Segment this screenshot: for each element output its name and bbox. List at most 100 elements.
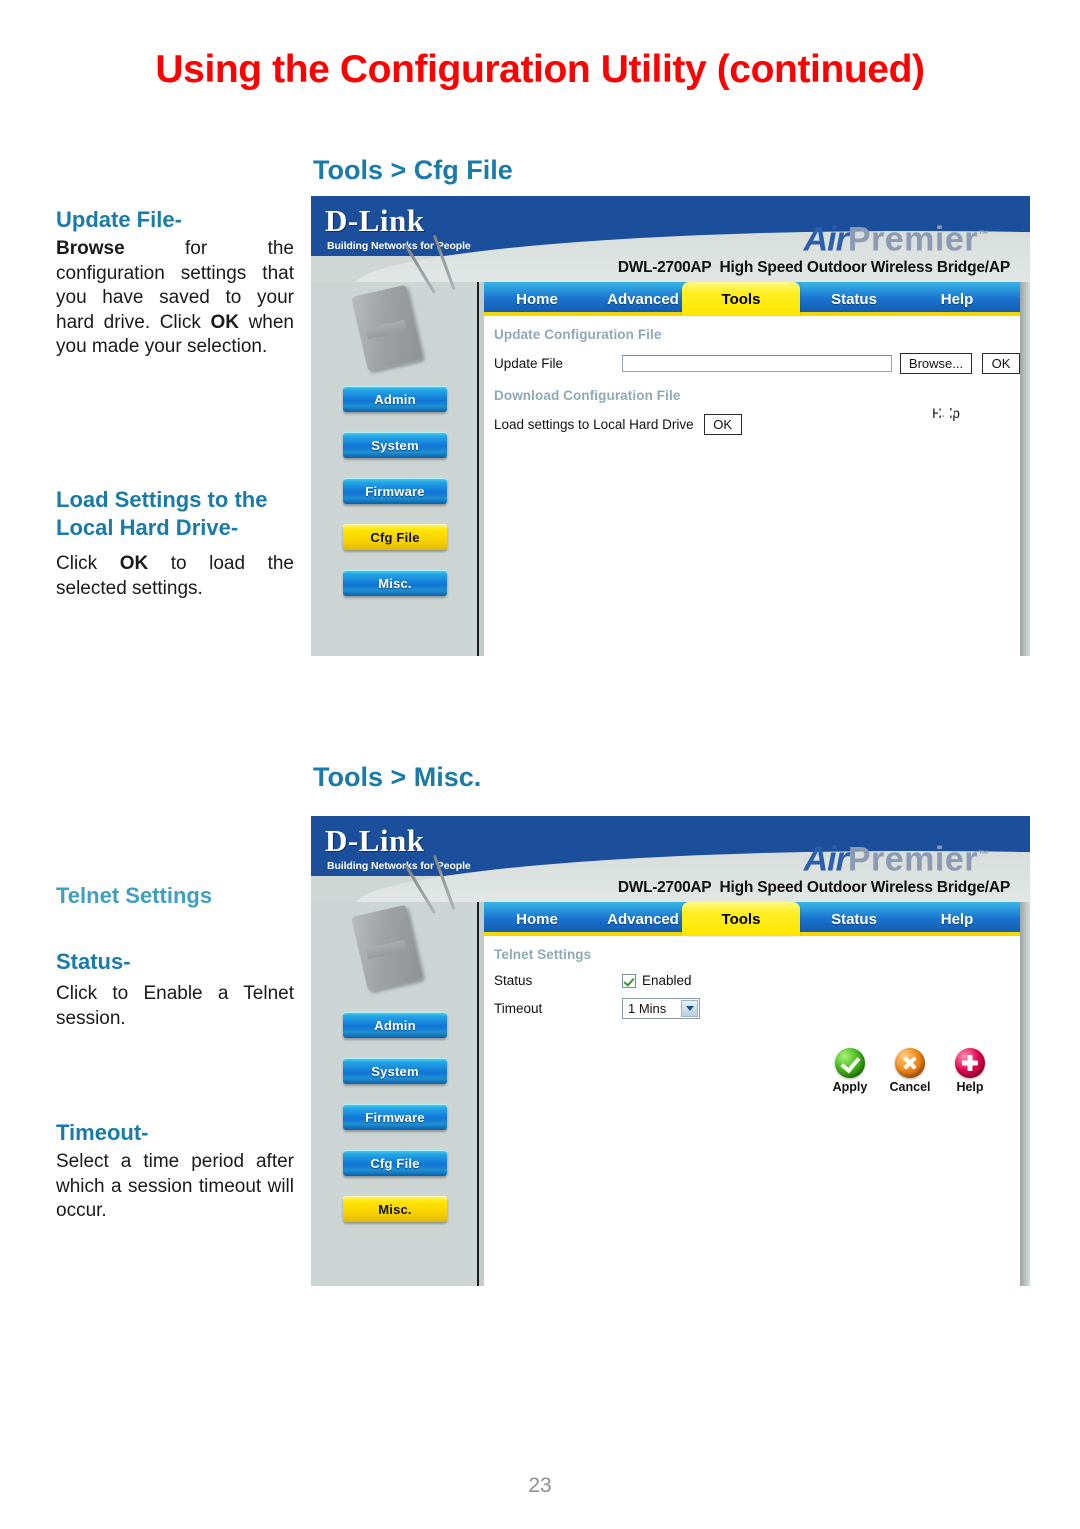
model-description: High Speed Outdoor Wireless Bridge/AP <box>719 259 1011 276</box>
left-body-load-settings: Click OK to load the selected settings. <box>56 553 294 599</box>
menu-button-firmware-misc[interactable]: Firmware <box>339 1100 451 1134</box>
group-label-update-configuration-file: Update Configuration File <box>494 327 662 342</box>
cancel-x-icon <box>895 1048 925 1078</box>
dlink-logo-misc: D-Link <box>325 823 425 858</box>
section-heading-misc: Tools > Misc. <box>313 762 482 792</box>
browse-button[interactable]: Browse... <box>900 353 972 374</box>
apply-check-icon <box>835 1048 865 1078</box>
left-body-update-file: Browse for the configuration settings th… <box>56 238 294 357</box>
menu-button-system[interactable]: System <box>339 428 451 462</box>
menu-button-system-label-misc: System <box>343 1058 447 1084</box>
help-action-cfg-file[interactable]: Help <box>918 404 974 421</box>
model-line-misc: DWL-2700AP High Speed Outdoor Wireless B… <box>618 879 1010 897</box>
menu-button-cfg-file-misc[interactable]: Cfg File <box>339 1146 451 1180</box>
input-update-file[interactable] <box>622 355 892 372</box>
air-premier-air: Air <box>803 220 849 259</box>
left-column-status: Status- Click to Enable a Telnet session… <box>56 948 294 1031</box>
status-checkbox[interactable] <box>622 973 636 988</box>
window-right-edge <box>1020 282 1030 656</box>
group-label-telnet-settings: Telnet Settings <box>494 947 592 962</box>
action-buttons-misc: Apply Cancel Help <box>828 1048 992 1094</box>
menu-button-misc-label-misc: Misc. <box>343 1196 447 1222</box>
row-timeout: Timeout 1 Mins <box>494 998 1020 1019</box>
air-premier-premier: Premier <box>847 220 978 259</box>
trademark-symbol: ™ <box>978 229 989 241</box>
chevron-down-icon[interactable] <box>681 1000 698 1017</box>
dlink-logo: D-Link <box>325 203 425 238</box>
menu-button-misc-misc[interactable]: Misc. <box>339 1192 451 1226</box>
device-menu-panel-misc: Admin System Firmware Cfg File Misc. <box>311 854 477 1286</box>
left-column-cfg-file: Update File- Browse for the configuratio… <box>56 206 294 360</box>
menu-button-admin[interactable]: Admin <box>339 382 451 416</box>
content-pane-misc: Home Advanced Tools Status Help Telnet S… <box>484 902 1020 1286</box>
left-heading-update-file: Update File- <box>56 207 182 232</box>
tab-help[interactable]: Help <box>908 282 1006 316</box>
menu-button-cfg-file-label-misc: Cfg File <box>343 1150 447 1176</box>
tab-help-misc[interactable]: Help <box>908 902 1006 936</box>
download-ok-button[interactable]: OK <box>703 414 742 435</box>
label-update-file: Update File <box>494 356 564 371</box>
label-load-settings-local-hard-drive: Load settings to Local Hard Drive <box>494 417 694 432</box>
left-body-status: Click to Enable a Telnet session. <box>56 983 294 1029</box>
status-checkbox-group[interactable]: Enabled <box>622 973 692 988</box>
tab-home-misc[interactable]: Home <box>490 902 584 936</box>
section-heading-cfg-file: Tools > Cfg File <box>313 155 513 185</box>
menu-button-firmware[interactable]: Firmware <box>339 474 451 508</box>
menu-button-firmware-label-misc: Firmware <box>343 1104 447 1130</box>
menu-button-admin-misc[interactable]: Admin <box>339 1008 451 1042</box>
menu-button-misc[interactable]: Misc. <box>339 566 451 600</box>
left-heading-timeout: Timeout- <box>56 1120 149 1145</box>
air-premier-premier-misc: Premier <box>847 840 978 879</box>
left-column-timeout: Timeout- Select a time period after whic… <box>56 1119 294 1224</box>
apply-button-label: Apply <box>832 1080 868 1094</box>
help-button-misc[interactable]: Help <box>948 1048 992 1094</box>
page-number: 23 <box>528 1474 552 1497</box>
left-column-telnet-settings: Telnet Settings <box>56 882 294 913</box>
model-description-misc: High Speed Outdoor Wireless Bridge/AP <box>719 879 1011 896</box>
air-premier-logo: AirPremier™ <box>803 218 989 259</box>
cancel-button-label: Cancel <box>889 1080 931 1094</box>
dlink-tagline: Building Networks for People <box>327 240 471 252</box>
row-status: Status Enabled <box>494 973 1020 988</box>
status-checkbox-label: Enabled <box>642 973 692 988</box>
side-menu: Admin System Firmware Cfg File Misc. <box>339 382 451 612</box>
content-pane-cfg-file: Home Advanced Tools Status Help Update C… <box>484 282 1020 656</box>
menu-button-misc-label: Misc. <box>343 570 447 596</box>
dlink-tagline-misc: Building Networks for People <box>327 860 471 872</box>
window-right-edge-misc <box>1020 902 1030 1286</box>
side-menu-misc: Admin System Firmware Cfg File Misc. <box>339 1008 451 1238</box>
help-plus-icon-misc <box>955 1048 985 1078</box>
left-heading-telnet-settings: Telnet Settings <box>56 883 213 908</box>
group-label-download-configuration-file: Download Configuration File <box>494 388 681 403</box>
update-file-ok-button[interactable]: OK <box>982 353 1020 374</box>
tab-status[interactable]: Status <box>804 282 904 316</box>
browser-window-misc: D-Link Building Networks for People AirP… <box>311 816 1030 1286</box>
timeout-select[interactable]: 1 Mins <box>622 998 700 1019</box>
menu-button-admin-label: Admin <box>343 386 447 412</box>
left-body-timeout: Select a time period after which a sessi… <box>56 1151 294 1221</box>
device-menu-panel: Admin System Firmware Cfg File Misc. <box>311 234 477 656</box>
cancel-button[interactable]: Cancel <box>888 1048 932 1094</box>
tab-tools[interactable]: Tools <box>682 282 800 316</box>
model-number-misc: DWL-2700AP <box>617 879 712 896</box>
apply-button[interactable]: Apply <box>828 1048 872 1094</box>
air-premier-air-misc: Air <box>803 840 849 879</box>
access-point-device-image-misc <box>351 854 456 992</box>
label-status: Status <box>494 973 533 988</box>
form-pane-misc: Telnet Settings Status Enabled Timeout 1… <box>484 936 1020 1094</box>
model-number: DWL-2700AP <box>617 259 712 276</box>
menu-button-system-misc[interactable]: System <box>339 1054 451 1088</box>
browser-window-cfg-file: D-Link Building Networks for People AirP… <box>311 196 1030 656</box>
tab-home[interactable]: Home <box>490 282 584 316</box>
label-timeout: Timeout <box>494 1001 543 1016</box>
left-heading-status: Status- <box>56 949 131 974</box>
menu-button-cfg-file-label: Cfg File <box>343 524 447 550</box>
access-point-device-image <box>351 234 456 372</box>
tab-status-misc[interactable]: Status <box>804 902 904 936</box>
model-line: DWL-2700AP High Speed Outdoor Wireless B… <box>618 259 1010 277</box>
form-pane-cfg-file: Update Configuration File Update File Br… <box>484 316 1020 435</box>
left-heading-load-settings: Load Settings to the Local Hard Drive- <box>56 487 268 540</box>
tab-tools-misc[interactable]: Tools <box>682 902 800 936</box>
timeout-select-value: 1 Mins <box>628 1001 667 1016</box>
menu-button-cfg-file[interactable]: Cfg File <box>339 520 451 554</box>
